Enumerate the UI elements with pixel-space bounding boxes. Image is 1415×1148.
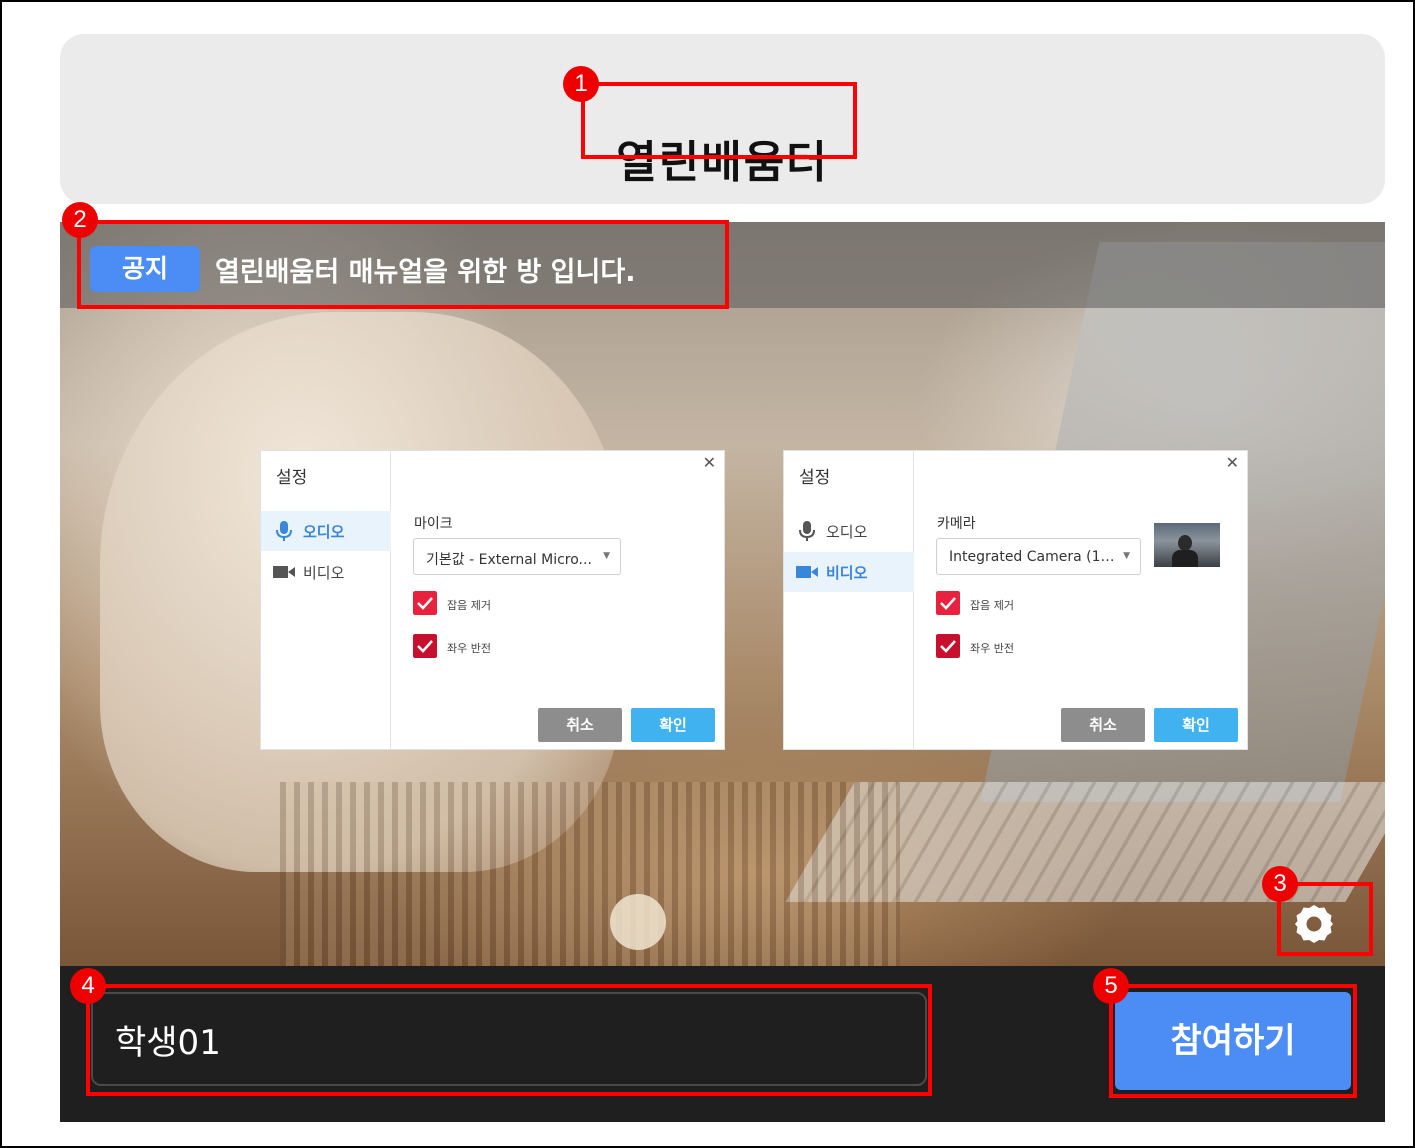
noise-reduction-checkbox[interactable] (413, 591, 437, 615)
dialog-sidebar: 설정 오디오 비디오 (261, 451, 391, 749)
mic-select[interactable]: 기본값 - External Micro... ▼ (413, 538, 621, 575)
highlight-room-title (581, 82, 857, 159)
mirror-label: 좌우 반전 (970, 642, 1014, 655)
nav-audio[interactable]: 오디오 (261, 511, 391, 551)
dialog-sidebar: 설정 오디오 비디오 (784, 451, 914, 749)
noise-reduction-checkbox[interactable] (936, 591, 960, 615)
preview-person-head (1178, 535, 1192, 551)
cancel-button[interactable]: 취소 (538, 708, 622, 742)
nav-video-label: 비디오 (303, 564, 345, 582)
nav-audio-label: 오디오 (826, 523, 868, 541)
camera-field-label: 카메라 (937, 516, 976, 532)
close-icon[interactable]: ✕ (703, 453, 716, 472)
settings-dialog-video: 설정 오디오 비디오 ✕ 카메라 Integrated Camera (13..… (783, 450, 1248, 750)
preview-person-body (1172, 550, 1198, 567)
confirm-button[interactable]: 확인 (1154, 708, 1238, 742)
confirm-button[interactable]: 확인 (631, 708, 715, 742)
nav-video[interactable]: 비디오 (261, 552, 391, 592)
marker-1: 1 (563, 66, 599, 102)
camera-select[interactable]: Integrated Camera (13... ▼ (936, 538, 1141, 575)
dialog-title: 설정 (276, 468, 308, 488)
mic-icon (799, 521, 815, 541)
nav-audio-label: 오디오 (303, 523, 345, 541)
nav-video-label: 비디오 (826, 564, 868, 582)
background-photo-table (280, 782, 900, 966)
chevron-down-icon: ▼ (1123, 551, 1130, 561)
close-icon[interactable]: ✕ (1226, 453, 1239, 472)
background-photo-cup (610, 894, 666, 950)
mirror-checkbox[interactable] (936, 634, 960, 658)
camera-select-value: Integrated Camera (13... (949, 549, 1119, 565)
marker-2: 2 (62, 202, 98, 238)
chevron-down-icon: ▼ (603, 551, 610, 561)
dialog-title: 설정 (799, 468, 831, 488)
video-camera-icon (796, 566, 818, 578)
settings-dialog-audio: 설정 오디오 비디오 ✕ 마이크 기본값 - External Micro...… (260, 450, 725, 750)
mirror-label: 좌우 반전 (447, 642, 491, 655)
highlight-name-input (86, 984, 932, 1096)
mic-select-value: 기본값 - External Micro... (426, 552, 592, 568)
marker-5: 5 (1093, 968, 1129, 1004)
camera-preview-thumbnail (1154, 523, 1220, 567)
highlight-notice (77, 220, 729, 309)
mic-field-label: 마이크 (414, 516, 453, 532)
mirror-checkbox[interactable] (413, 634, 437, 658)
mic-icon (276, 521, 292, 541)
marker-4: 4 (70, 968, 106, 1004)
video-camera-icon (273, 566, 295, 578)
cancel-button[interactable]: 취소 (1061, 708, 1145, 742)
nav-video[interactable]: 비디오 (784, 552, 914, 592)
noise-reduction-label: 잡음 제거 (447, 599, 491, 612)
highlight-join-button (1109, 984, 1357, 1098)
nav-audio[interactable]: 오디오 (784, 511, 914, 551)
noise-reduction-label: 잡음 제거 (970, 599, 1014, 612)
marker-3: 3 (1262, 866, 1298, 902)
